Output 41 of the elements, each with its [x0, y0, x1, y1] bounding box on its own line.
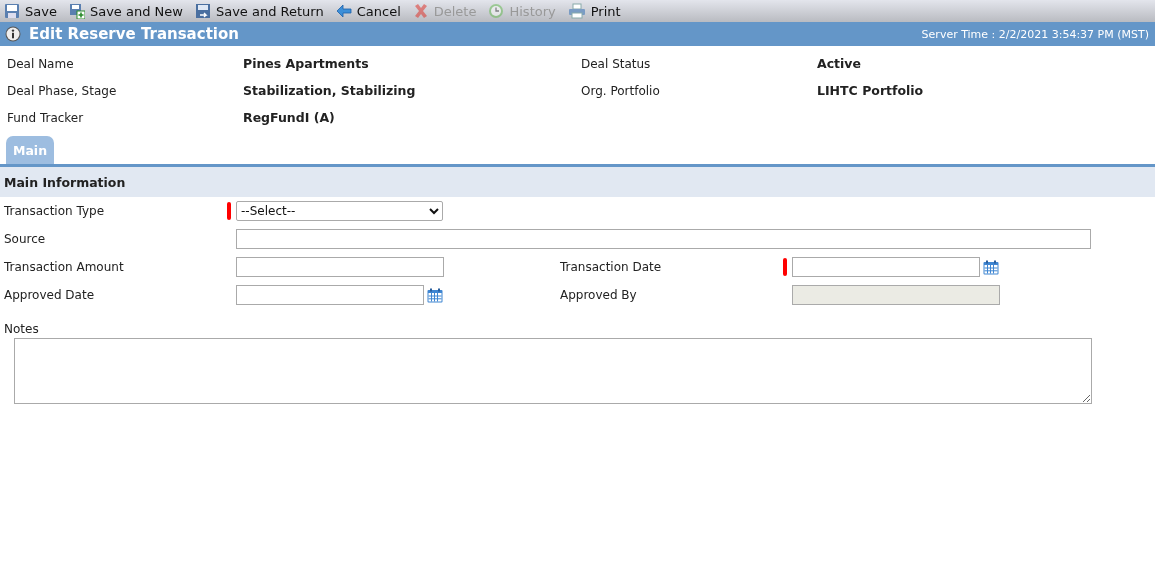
field-value: RegFundI (A)	[243, 110, 336, 125]
field-label: Deal Status	[581, 56, 652, 71]
printer-icon	[567, 3, 586, 19]
calendar-icon[interactable]	[983, 259, 999, 275]
save-icon	[4, 3, 20, 19]
input-field[interactable]	[236, 257, 444, 277]
field-label: Transaction Type	[4, 204, 106, 218]
field-value: LIHTC Portfolio	[817, 83, 925, 98]
save-new-icon	[68, 3, 85, 19]
delete-icon	[412, 3, 429, 19]
field-label: Transaction Amount	[4, 260, 125, 274]
info-icon	[5, 26, 21, 42]
field-value: Pines Apartments	[243, 56, 370, 71]
left-arrow-icon	[335, 4, 352, 18]
select-field[interactable]: --Select--	[236, 201, 443, 221]
toolbar-button[interactable]: Save and New	[68, 3, 183, 19]
section-title: Main Information	[4, 174, 126, 190]
input-field[interactable]	[236, 229, 1091, 249]
field-label: Deal Phase, Stage	[7, 83, 118, 98]
calendar-icon[interactable]	[427, 287, 443, 303]
date-field[interactable]	[792, 257, 980, 277]
notes-field[interactable]	[14, 338, 1092, 404]
save-return-icon	[194, 3, 211, 19]
page-title: Edit Reserve Transaction	[29, 25, 240, 43]
toolbar-button[interactable]: Save and Return	[194, 3, 324, 19]
field-label: Transaction Date	[560, 260, 663, 274]
server-time: Server Time : 2/2/2021 3:54:37 PM (MST)	[921, 27, 1149, 41]
field-label: Deal Name	[7, 56, 75, 71]
field-value: Stabilization, Stabilizing	[243, 83, 417, 98]
field-label: Approved Date	[4, 288, 96, 302]
field-label: Source	[4, 232, 47, 246]
field-label: Notes	[3, 321, 40, 338]
field-label: Org. Portfolio	[581, 83, 661, 98]
field-value: Active	[817, 56, 862, 71]
clock-icon	[488, 3, 505, 19]
date-field[interactable]	[236, 285, 424, 305]
toolbar-button[interactable]: Print	[567, 3, 621, 19]
toolbar-button[interactable]: Cancel	[335, 3, 401, 19]
toolbar-button[interactable]: Save	[4, 3, 57, 19]
field-label: Approved By	[560, 288, 638, 302]
field-label: Fund Tracker	[7, 110, 85, 125]
